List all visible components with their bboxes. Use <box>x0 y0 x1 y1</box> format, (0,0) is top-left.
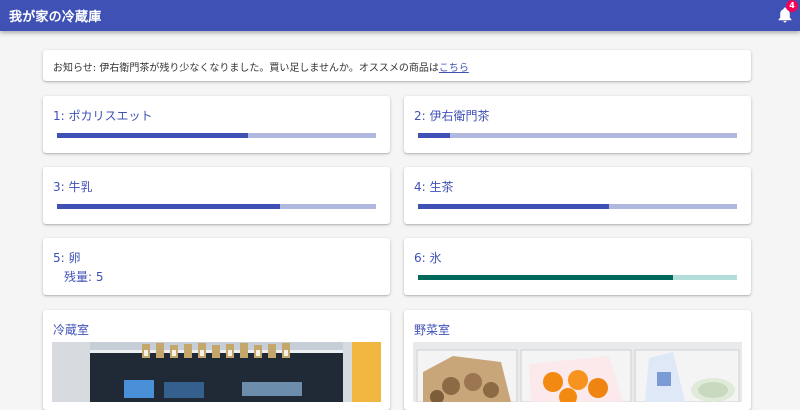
item-card-1[interactable]: 1: ポカリスエット <box>43 96 390 153</box>
stock-bar <box>418 133 737 138</box>
notice-link[interactable]: こちら <box>439 63 469 74</box>
vegetable-photo <box>413 342 742 402</box>
notice-card: お知らせ: 伊右衛門茶が残り少なくなりました。買い足しませんか。オススメの商品は… <box>43 50 751 81</box>
stock-bar-fill <box>57 204 281 209</box>
fridge-photo <box>52 342 381 402</box>
item-card-2[interactable]: 2: 伊右衛門茶 <box>404 96 751 153</box>
item-label: 4: 生茶 <box>414 180 454 194</box>
stock-bar <box>418 204 737 209</box>
stock-bar-fill <box>57 133 249 138</box>
compartment-card-vegetable[interactable]: 野菜室 <box>404 310 751 410</box>
stock-bar <box>418 275 737 280</box>
item-card-4[interactable]: 4: 生茶 <box>404 167 751 224</box>
stock-bar-fill <box>418 204 610 209</box>
item-label: 6: 氷 <box>414 251 442 265</box>
app-title: 我が家の冷蔵庫 <box>9 10 102 25</box>
notification-badge: 4 <box>786 0 798 12</box>
compartment-label: 冷蔵室 <box>53 323 90 337</box>
item-card-3[interactable]: 3: 牛乳 <box>43 167 390 224</box>
app-bar: 我が家の冷蔵庫 4 <box>0 0 800 31</box>
compartment-label: 野菜室 <box>414 323 451 337</box>
item-label: 1: ポカリスエット <box>53 109 153 123</box>
stock-bar <box>57 204 376 209</box>
item-card-5[interactable]: 5: 卵 残量: 5 <box>43 238 390 295</box>
remaining-count: 残量: 5 <box>64 270 104 284</box>
compartment-card-fridge[interactable]: 冷蔵室 <box>43 310 390 410</box>
stock-bar <box>57 133 376 138</box>
stock-bar-fill <box>418 133 450 138</box>
item-label: 5: 卵 <box>53 251 81 265</box>
notice-text: お知らせ: 伊右衛門茶が残り少なくなりました。買い足しませんか。オススメの商品は <box>53 63 439 74</box>
item-label: 2: 伊右衛門茶 <box>414 109 490 123</box>
stock-bar-fill <box>418 275 674 280</box>
item-label: 3: 牛乳 <box>53 180 93 194</box>
item-card-6[interactable]: 6: 氷 <box>404 238 751 295</box>
